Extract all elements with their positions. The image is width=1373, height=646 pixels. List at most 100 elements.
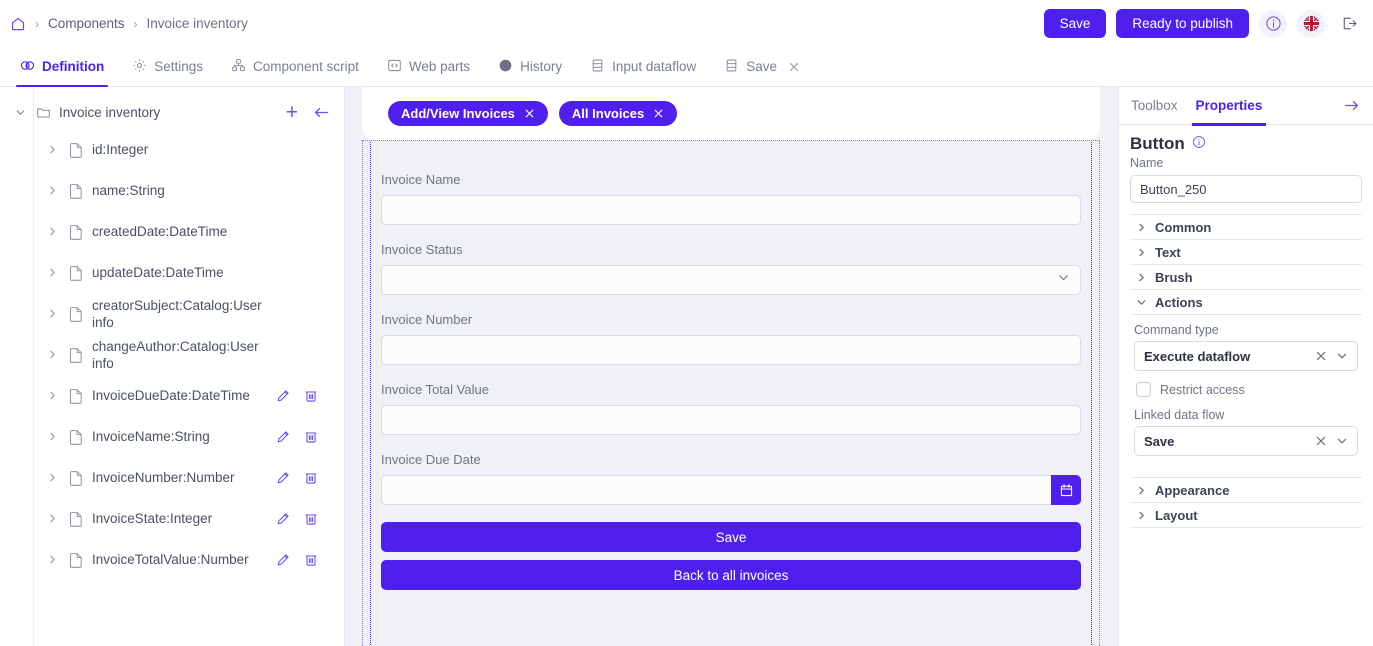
- tree-item[interactable]: InvoiceTotalValue:Number: [0, 539, 344, 580]
- clear-icon[interactable]: [1315, 350, 1327, 362]
- file-icon: [69, 265, 83, 281]
- section-header-actions[interactable]: Actions: [1130, 290, 1362, 315]
- code-brackets-icon: [387, 58, 402, 76]
- invoice-status-select[interactable]: [381, 265, 1081, 295]
- tab-label: Web parts: [409, 59, 470, 74]
- chevron-right-icon[interactable]: [44, 470, 60, 486]
- tag-all-invoices[interactable]: All Invoices: [559, 101, 677, 126]
- tag-add-view-invoices[interactable]: Add/View Invoices: [388, 101, 548, 126]
- info-icon[interactable]: [1192, 135, 1206, 154]
- chevron-down-icon[interactable]: [12, 104, 28, 120]
- chevron-right-icon[interactable]: [44, 347, 60, 363]
- section-header-text[interactable]: Text: [1130, 240, 1362, 265]
- component-name-input[interactable]: [1130, 175, 1362, 203]
- tree-item[interactable]: InvoiceDueDate:DateTime: [0, 375, 344, 416]
- chevron-right-icon[interactable]: [44, 552, 60, 568]
- delete-icon[interactable]: [304, 512, 318, 526]
- field-label: Invoice Due Date: [381, 452, 1081, 467]
- delete-icon[interactable]: [304, 389, 318, 403]
- section-label: Appearance: [1155, 483, 1229, 498]
- calendar-icon[interactable]: [1051, 475, 1081, 505]
- edit-icon[interactable]: [276, 471, 290, 485]
- tab-properties[interactable]: Properties: [1196, 87, 1263, 125]
- tree-item-actions: [276, 553, 344, 567]
- tree-item[interactable]: creatorSubject:Catalog:User info: [0, 293, 344, 334]
- close-icon[interactable]: [653, 108, 664, 119]
- section-header-layout[interactable]: Layout: [1130, 503, 1362, 528]
- tab-label: Component script: [253, 59, 359, 74]
- save-button[interactable]: Save: [1044, 9, 1107, 38]
- close-icon[interactable]: [788, 61, 800, 73]
- section-header-brush[interactable]: Brush: [1130, 265, 1362, 290]
- chevron-right-icon[interactable]: [44, 306, 60, 322]
- properties-panel-body: Button Name: [1119, 125, 1373, 646]
- tag-label: Add/View Invoices: [401, 106, 515, 121]
- main-body: Invoice inventory + id:Integer name:Strin…: [0, 87, 1373, 646]
- form-container-outer: Invoice Name Invoice Status: [362, 140, 1100, 646]
- clear-icon[interactable]: [1315, 435, 1327, 447]
- tree-item[interactable]: updateDate:DateTime: [0, 252, 344, 293]
- field-invoice-status: Invoice Status: [381, 242, 1081, 295]
- definition-icon: [20, 58, 35, 76]
- edit-icon[interactable]: [276, 512, 290, 526]
- chevron-right-icon[interactable]: [44, 265, 60, 281]
- chevron-right-icon[interactable]: [44, 183, 60, 199]
- file-icon: [69, 306, 83, 322]
- tab-toolbox[interactable]: Toolbox: [1131, 87, 1178, 125]
- edit-icon[interactable]: [276, 430, 290, 444]
- form-back-to-all-invoices-button[interactable]: Back to all invoices: [381, 560, 1081, 590]
- delete-icon[interactable]: [304, 553, 318, 567]
- form-save-button[interactable]: Save: [381, 522, 1081, 552]
- file-icon: [69, 142, 83, 158]
- tab-history[interactable]: History: [484, 47, 576, 86]
- tab-save[interactable]: Save: [710, 47, 814, 86]
- invoice-name-input[interactable]: [381, 195, 1081, 225]
- tree-item[interactable]: InvoiceState:Integer: [0, 498, 344, 539]
- tab-definition[interactable]: Definition: [6, 47, 118, 86]
- chevron-right-icon[interactable]: [44, 142, 60, 158]
- tab-component-script[interactable]: Component script: [217, 47, 373, 86]
- canvas-inner: Add/View Invoices All Invoices: [362, 87, 1100, 646]
- invoice-due-date-input[interactable]: [381, 475, 1051, 505]
- delete-icon[interactable]: [304, 430, 318, 444]
- chevron-right-icon[interactable]: [44, 511, 60, 527]
- tree-item-label: id:Integer: [92, 141, 148, 158]
- edit-icon[interactable]: [276, 553, 290, 567]
- uk-flag-icon[interactable]: [1297, 10, 1325, 38]
- restrict-access-checkbox[interactable]: [1136, 382, 1151, 397]
- add-field-button[interactable]: +: [286, 102, 298, 123]
- tab-settings[interactable]: Settings: [118, 47, 217, 86]
- tree-root-invoice-inventory[interactable]: Invoice inventory +: [0, 95, 344, 129]
- tab-web-parts[interactable]: Web parts: [373, 47, 484, 86]
- info-icon[interactable]: [1259, 10, 1287, 38]
- page-title: Button: [1130, 134, 1185, 154]
- invoice-total-value-input[interactable]: [381, 405, 1081, 435]
- tab-input-dataflow[interactable]: Input dataflow: [576, 47, 710, 86]
- chevron-right-icon[interactable]: [44, 388, 60, 404]
- tree-item[interactable]: name:String: [0, 170, 344, 211]
- delete-icon[interactable]: [304, 471, 318, 485]
- tree-item[interactable]: id:Integer: [0, 129, 344, 170]
- home-icon[interactable]: [10, 16, 26, 32]
- arrow-right-icon[interactable]: [1343, 98, 1361, 113]
- tree-item[interactable]: createdDate:DateTime: [0, 211, 344, 252]
- breadcrumb-item-invoice-inventory[interactable]: Invoice inventory: [147, 16, 248, 31]
- tree-item[interactable]: changeAuthor:Catalog:User info: [0, 334, 344, 375]
- tree-item[interactable]: InvoiceName:String: [0, 416, 344, 457]
- section-label: Common: [1155, 220, 1211, 235]
- section-header-common[interactable]: Common: [1130, 215, 1362, 240]
- chevron-right-icon[interactable]: [44, 429, 60, 445]
- chevron-down-icon[interactable]: [1336, 435, 1348, 447]
- close-icon[interactable]: [524, 108, 535, 119]
- chevron-right-icon[interactable]: [44, 224, 60, 240]
- logout-icon[interactable]: [1335, 11, 1361, 37]
- tree-item[interactable]: InvoiceNumber:Number: [0, 457, 344, 498]
- section-header-appearance[interactable]: Appearance: [1130, 478, 1362, 503]
- breadcrumb-item-components[interactable]: Components: [48, 16, 125, 31]
- dataflow-icon: [724, 58, 739, 76]
- chevron-down-icon[interactable]: [1336, 350, 1348, 362]
- invoice-number-input[interactable]: [381, 335, 1081, 365]
- ready-to-publish-button[interactable]: Ready to publish: [1116, 9, 1249, 38]
- arrow-left-icon[interactable]: [312, 105, 330, 120]
- edit-icon[interactable]: [276, 389, 290, 403]
